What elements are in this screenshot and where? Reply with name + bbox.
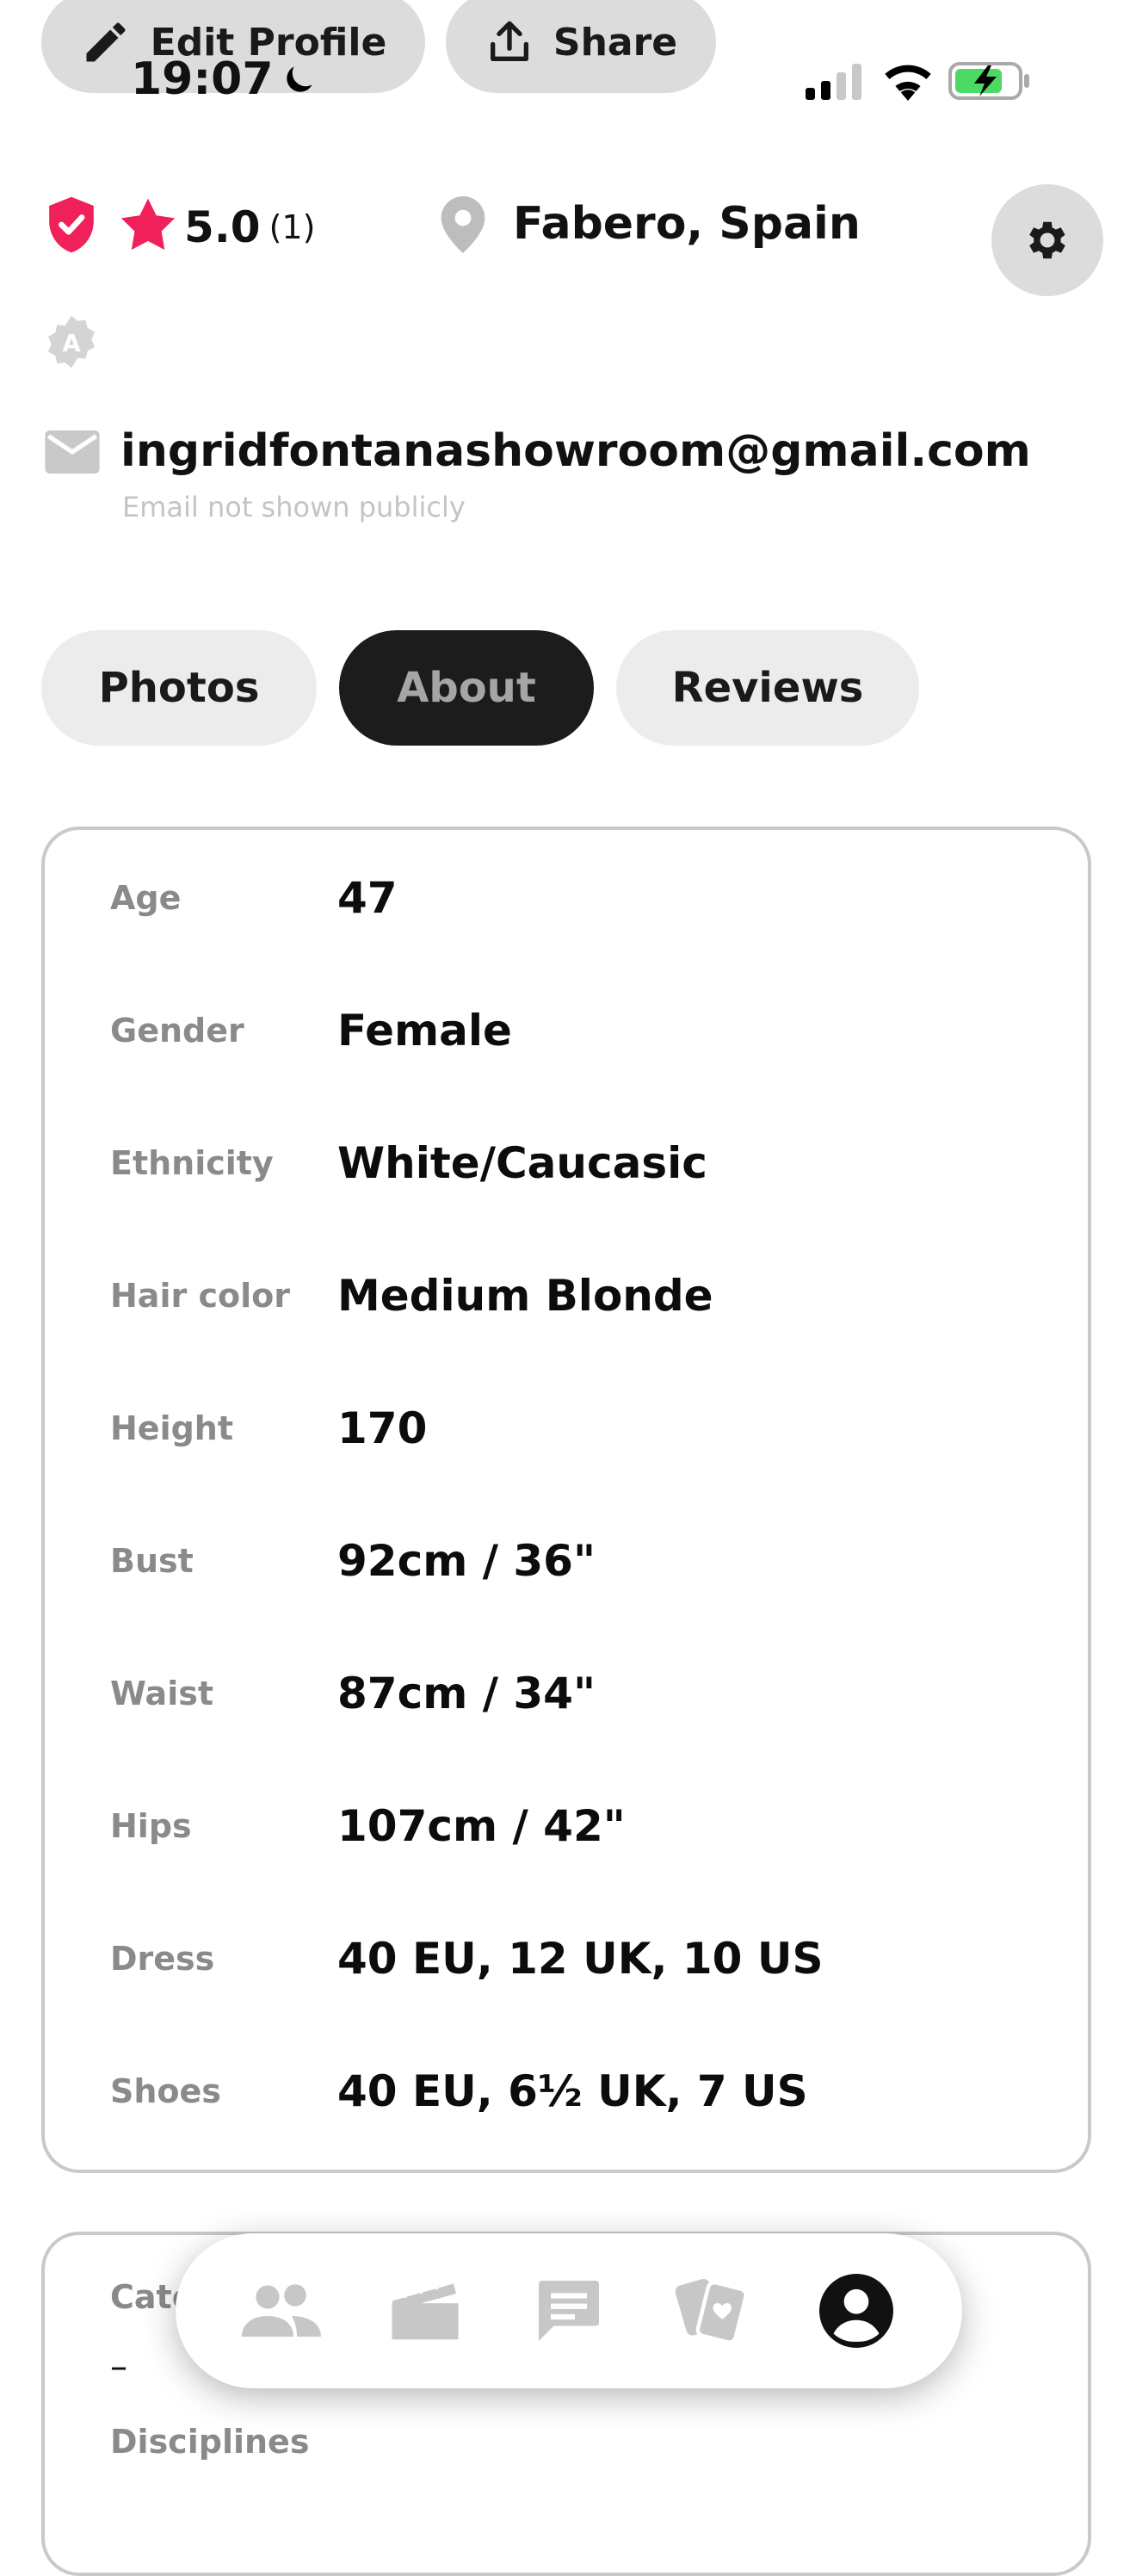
attribute-row-dress: Dress 40 EU, 12 UK, 10 US [110,1934,823,1984]
tab-reviews-label: Reviews [671,664,864,712]
attribute-label: Hips [110,1807,192,1845]
wifi-icon [880,60,936,107]
attribute-row-ethnicity: Ethnicity White/Caucasic [110,1138,707,1188]
status-bar-time: 19:07 [131,53,318,105]
tab-about-label: About [397,664,536,712]
rating-display: 5.0 (1) [184,201,315,253]
share-label: Share [553,20,678,65]
tab-about[interactable]: About [339,630,594,746]
nav-people[interactable] [234,2263,329,2358]
attribute-row-hips: Hips 107cm / 42" [110,1801,626,1851]
nav-cards[interactable] [665,2263,760,2358]
attribute-row-bust: Bust 92cm / 36" [110,1536,596,1586]
attribute-row-gender: Gender Female [110,1006,512,1056]
share-icon [490,21,528,61]
attribute-label: Height [110,1409,234,1447]
profile-icon [818,2274,893,2348]
attribute-row-age: Age 47 [110,873,398,923]
attribute-label: Gender [110,1012,244,1050]
cards-icon [675,2278,748,2344]
attribute-row-height: Height 170 [110,1403,427,1453]
bottom-nav [176,2233,962,2388]
attribute-label: Ethnicity [110,1144,274,1182]
about-card: Age 47 Gender Female Ethnicity White/Cau… [41,827,1091,2173]
settings-button[interactable] [991,184,1103,296]
verified-shield-icon [45,195,98,258]
location-text: Fabero, Spain [513,198,861,250]
moon-icon [286,66,312,92]
attribute-label: Age [110,879,182,917]
attribute-row-shoes: Shoes 40 EU, 6½ UK, 7 US [110,2066,808,2116]
tab-photos[interactable]: Photos [41,630,317,746]
email-icon [45,430,100,477]
attribute-value: 107cm / 42" [337,1801,626,1851]
attribute-value: White/Caucasic [337,1138,707,1188]
share-button[interactable]: Share [446,0,716,93]
attribute-label: Waist [110,1675,214,1712]
nav-messages[interactable] [522,2263,616,2358]
chat-icon [538,2281,599,2341]
battery-icon [948,60,1031,105]
tab-photos-label: Photos [98,664,260,712]
gear-icon [1029,221,1065,259]
attribute-label: Shoes [110,2072,221,2110]
disciplines-label: Disciplines [110,2423,310,2461]
attribute-value: 92cm / 36" [337,1536,596,1586]
people-icon [242,2284,322,2337]
email-privacy-note: Email not shown publicly [122,491,466,523]
attribute-row-hair-color: Hair color Medium Blonde [110,1271,713,1321]
agency-badge-icon: A [43,313,100,374]
attribute-value: 40 EU, 6½ UK, 7 US [337,2066,808,2116]
nav-clapperboard[interactable] [378,2263,472,2358]
category-value: – [110,2347,127,2387]
rating-value: 5.0 [184,202,261,252]
tab-reviews[interactable]: Reviews [616,630,919,746]
attribute-value: 87cm / 34" [337,1669,596,1718]
attribute-value: Medium Blonde [337,1271,713,1321]
attribute-row-waist: Waist 87cm / 34" [110,1669,596,1718]
badge-letter: A [62,330,81,357]
attribute-value: Female [337,1006,512,1056]
email-address: ingridfontanashowroom@gmail.com [120,425,1031,477]
attribute-value: 47 [337,873,398,923]
attribute-value: 40 EU, 12 UK, 10 US [337,1934,824,1984]
attribute-label: Hair color [110,1277,290,1315]
attribute-value: 170 [337,1403,428,1453]
nav-profile[interactable] [809,2263,904,2358]
attribute-label: Bust [110,1542,194,1580]
time-text: 19:07 [131,53,274,105]
attribute-label: Dress [110,1940,215,1978]
rating-count: (1) [269,208,316,246]
clapperboard-icon [392,2279,459,2340]
location-pin-icon [441,196,485,257]
star-icon [119,196,177,257]
signal-icon [804,62,864,105]
pencil-icon [86,22,126,62]
